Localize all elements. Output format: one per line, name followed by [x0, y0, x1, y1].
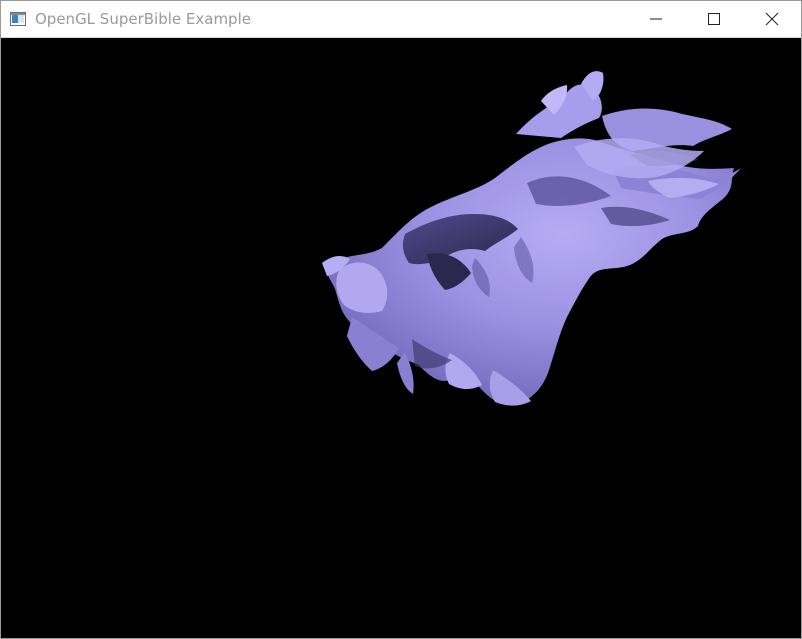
opengl-viewport[interactable] [1, 38, 801, 638]
minimize-icon [650, 18, 662, 20]
dragon-model [322, 71, 741, 406]
app-window-icon [10, 12, 26, 26]
maximize-button[interactable] [685, 1, 743, 37]
application-window: OpenGL SuperBible Example [0, 0, 802, 639]
minimize-button[interactable] [627, 1, 685, 37]
title-bar[interactable]: OpenGL SuperBible Example [1, 1, 801, 38]
close-button[interactable] [743, 1, 801, 37]
close-icon [765, 12, 779, 26]
window-title: OpenGL SuperBible Example [35, 10, 251, 28]
maximize-icon [708, 13, 720, 25]
window-controls [627, 1, 801, 37]
